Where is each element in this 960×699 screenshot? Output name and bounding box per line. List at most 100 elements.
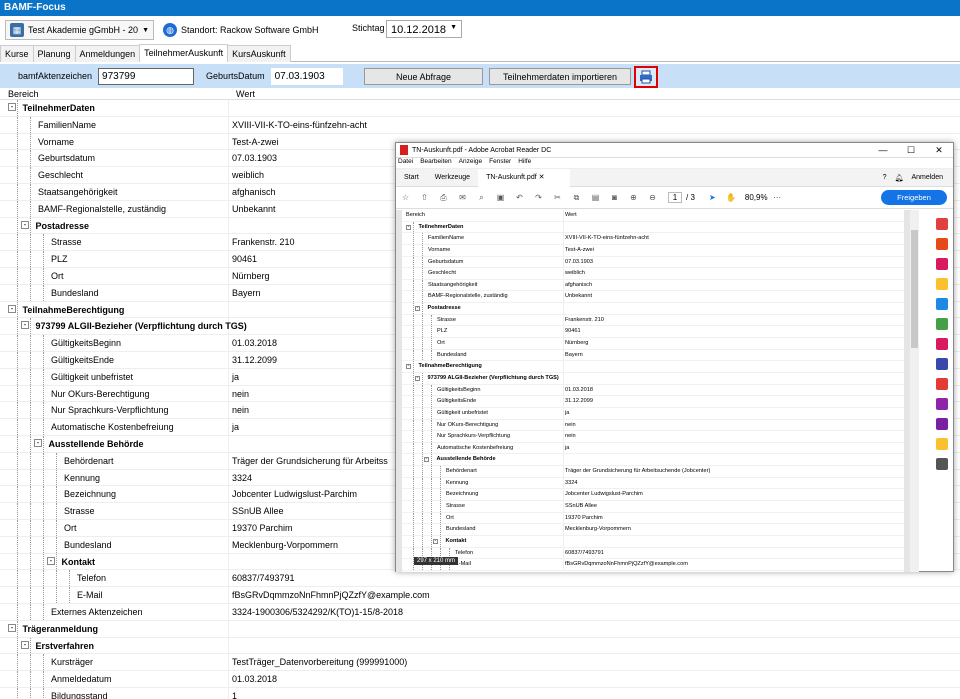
fill-sign-icon[interactable] [936, 338, 948, 350]
tree-row[interactable]: E-Mail fBsGRvDqmmzoNnFhmnPjQZzfY@example.… [402, 559, 904, 571]
combine-icon[interactable] [936, 298, 948, 310]
new-query-button[interactable]: Neue Abfrage [364, 68, 483, 85]
undo-icon[interactable]: ↶ [510, 193, 529, 202]
tree-row[interactable]: - TeilnehmerDaten [402, 221, 904, 234]
tab-anmeldungen[interactable]: Anmeldungen [74, 45, 141, 62]
compare-icon[interactable] [936, 418, 948, 430]
acrobat-window[interactable]: TN-Auskunft.pdf - Adobe Acrobat Reader D… [395, 142, 954, 572]
tools-icon[interactable] [936, 458, 948, 470]
minimize-icon[interactable]: — [869, 145, 897, 156]
academy-selector[interactable]: ▦ Test Akademie gGmbH - 20 ▼ [5, 20, 154, 40]
tree-row[interactable]: Bildungsstand 1 [0, 687, 960, 699]
tree-row[interactable]: Kursträger TestTräger_Datenvorbereitung (… [0, 654, 960, 672]
tree-row[interactable]: - Postadresse [402, 303, 904, 315]
akten-input[interactable]: 973799 [98, 67, 195, 85]
create-pdf-icon[interactable] [936, 238, 948, 250]
collapse-toggle[interactable]: - [406, 364, 411, 370]
collapse-toggle[interactable]: - [8, 103, 16, 111]
mail-icon[interactable]: ✉ [453, 193, 472, 202]
tree-row[interactable]: Ort 19370 Parchim [402, 512, 904, 525]
cursor-icon[interactable]: ➤ [703, 193, 722, 202]
sign-icon[interactable] [936, 398, 948, 410]
scroll-thumb[interactable] [911, 230, 918, 348]
collapse-toggle[interactable]: - [415, 375, 420, 381]
tree-row[interactable]: GültigkeitsBeginn 01.03.2018 [402, 384, 904, 397]
signin-button[interactable]: Anmelden [911, 174, 943, 181]
tab-planung[interactable]: Planung [32, 45, 76, 62]
menu-bearbeiten[interactable]: Bearbeiten [420, 158, 451, 168]
collapse-toggle[interactable]: - [415, 306, 420, 312]
tree-row[interactable]: - TeilnahmeBerechtigung [402, 361, 904, 373]
tree-row[interactable]: FamilienName XVIII-VII-K-TO-eins-fünfzehn… [0, 116, 960, 134]
tree-row[interactable]: Ort Nürnberg [402, 338, 904, 350]
tree-row[interactable]: Bezeichnung Jobcenter Ludwigslust-Parchim [402, 489, 904, 502]
print-button[interactable] [634, 66, 658, 88]
help-icon[interactable]: ? [883, 174, 887, 181]
zoom-select[interactable]: 80,9% [745, 193, 768, 202]
menu-fenster[interactable]: Fenster [489, 158, 511, 168]
export-pdf-icon[interactable] [936, 218, 948, 230]
page-number-input[interactable]: 1 [668, 192, 682, 203]
tree-row[interactable]: Nur Sprachkurs-Verpflichtung nein [402, 431, 904, 443]
share-button[interactable]: Freigeben [881, 190, 947, 205]
tree-row[interactable]: FamilienName XVIII-VII-K-TO-eins-fünfzehn… [402, 233, 904, 245]
copy-icon[interactable]: ⧉ [567, 193, 586, 203]
collapse-toggle[interactable]: - [433, 538, 438, 544]
tab-teilnehmerauskunft[interactable]: TeilnehmerAuskunft [139, 44, 229, 62]
tree-row[interactable]: - Erstverfahren [0, 637, 960, 655]
tab-document[interactable]: TN-Auskunft.pdf ✕ [478, 168, 571, 187]
tree-row[interactable]: Nur OKurs-Berechtigung nein [402, 419, 904, 432]
menu-datei[interactable]: Datei [398, 158, 413, 168]
snapshot-icon[interactable]: ◙ [605, 193, 624, 202]
clipboard-icon[interactable]: ▤ [586, 193, 605, 202]
collapse-toggle[interactable]: - [21, 321, 29, 330]
tab-kursauskunft[interactable]: KursAuskunft [227, 45, 291, 62]
bookmark-icon[interactable]: ☆ [396, 193, 415, 202]
menu-hilfe[interactable]: Hilfe [518, 158, 531, 168]
tab-werkzeuge[interactable]: Werkzeuge [427, 169, 478, 187]
tree-row[interactable]: GültigkeitsEnde 31.12.2099 [402, 396, 904, 408]
collapse-toggle[interactable]: - [21, 220, 29, 229]
tree-row[interactable]: Strasse Frankenstr. 210 [402, 314, 904, 327]
tree-row[interactable]: Bundesland Mecklenburg-Vorpommern [402, 524, 904, 536]
location-selector[interactable]: ◍ Standort: Rackow Software GmbH [159, 20, 323, 40]
tree-row[interactable]: Externes Aktenzeichen 3324-1900306/532429… [0, 603, 960, 621]
upload-icon[interactable]: ⇧ [415, 193, 434, 202]
close-icon[interactable]: ✕ [925, 145, 953, 156]
close-tab-icon[interactable]: ✕ [539, 174, 545, 181]
tab-kurse[interactable]: Kurse [0, 45, 34, 62]
tree-row[interactable]: Gültigkeit unbefristet ja [402, 407, 904, 420]
tree-row[interactable]: - Ausstellende Behörde [402, 454, 904, 467]
collapse-toggle[interactable]: - [34, 438, 42, 447]
tree-row[interactable]: Bundesland Bayern [402, 349, 904, 362]
page-down-icon[interactable]: ⊖ [643, 193, 662, 202]
search-icon[interactable]: ⌕ [472, 193, 491, 203]
tree-row[interactable]: Staatsangehörigkeit afghanisch [402, 279, 904, 292]
collapse-toggle[interactable]: - [424, 457, 429, 463]
stichtag-date-picker[interactable]: 10.12.2018 ▼ [386, 20, 462, 38]
protect-icon[interactable] [936, 358, 948, 370]
tree-row[interactable]: Strasse SSnUB Allee [402, 501, 904, 513]
tree-row[interactable]: Vorname Test-A-zwei [402, 244, 904, 257]
collapse-toggle[interactable]: - [8, 623, 16, 632]
tree-row[interactable]: Behördenart Träger der Grundsicherung für… [402, 466, 904, 478]
geburt-input[interactable]: 07.03.1903 [270, 67, 343, 85]
menu-anzeige[interactable]: Anzeige [459, 158, 483, 168]
tree-row[interactable]: BAMF-Regionalstelle, zuständig Unbekannt [402, 291, 904, 304]
pdf-scrollbar[interactable] [910, 210, 919, 572]
collapse-toggle[interactable]: - [47, 556, 55, 565]
tree-row[interactable]: E-Mail fBsGRvDqmmzoNnFhmnPjQZzfY@example.… [0, 587, 960, 604]
import-button[interactable]: Teilnehmerdaten importieren [489, 68, 631, 85]
tree-row[interactable]: Telefon 60837/7493791 [402, 547, 904, 560]
bell-icon[interactable]: 🔔︎ [895, 174, 904, 182]
hand-icon[interactable]: ✋ [722, 193, 741, 202]
tree-row[interactable]: Geburtsdatum 07.03.1903 [402, 256, 904, 269]
organize-icon[interactable] [936, 318, 948, 330]
collapse-toggle[interactable]: - [406, 224, 411, 230]
tree-row[interactable]: - Trägeranmeldung [0, 620, 960, 638]
tree-row[interactable]: - 973799 ALGII-Bezieher (Verpflichtung du… [402, 372, 904, 385]
tree-row[interactable]: Kennung 3324 [402, 477, 904, 490]
tree-row[interactable]: - TeilnehmerDaten [0, 100, 960, 117]
page-up-icon[interactable]: ⊕ [624, 193, 643, 202]
tree-row[interactable]: Automatische Kostenbefreiung ja [402, 442, 904, 455]
